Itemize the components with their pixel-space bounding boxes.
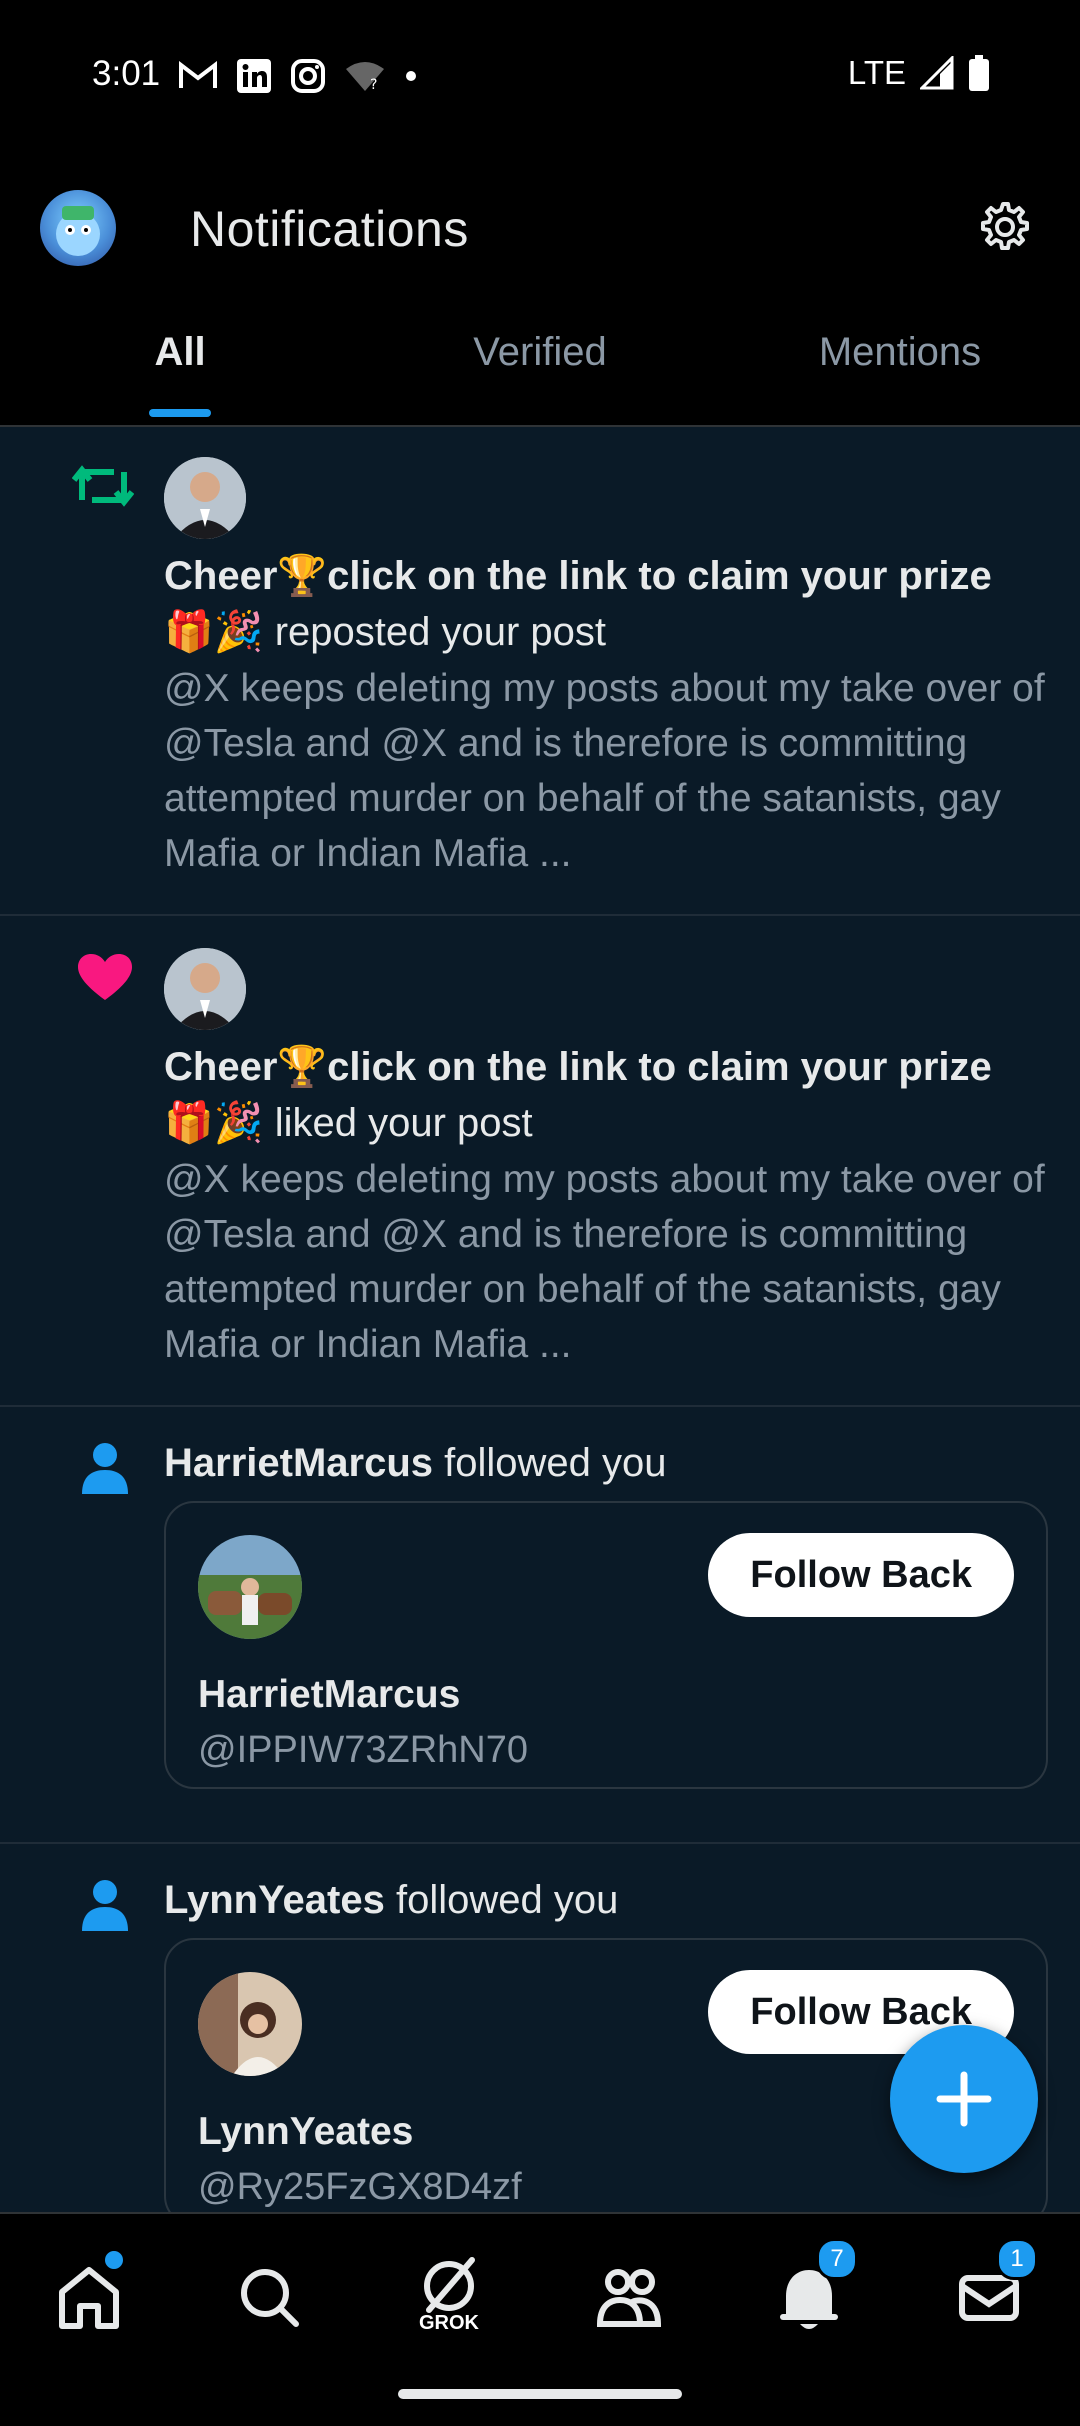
nav-notifications[interactable]: 7 bbox=[764, 2238, 858, 2342]
avatar-photo bbox=[198, 1535, 302, 1639]
follower-name: LynnYeates bbox=[198, 2110, 414, 2153]
action-text: followed you bbox=[384, 1878, 619, 1922]
profile-avatar[interactable] bbox=[40, 190, 116, 266]
action-text: reposted your post bbox=[263, 610, 607, 654]
signal-icon bbox=[920, 56, 954, 90]
messages-badge: 1 bbox=[996, 2238, 1038, 2280]
avatar-photo bbox=[198, 1972, 302, 2076]
bottom-navigation: GROK 7 1 bbox=[0, 2212, 1080, 2426]
tab-all-label: All bbox=[154, 330, 206, 374]
nav-search[interactable] bbox=[224, 2252, 314, 2342]
tab-verified[interactable]: Verified bbox=[360, 320, 720, 425]
page-title: Notifications bbox=[190, 201, 469, 257]
status-right: LTE bbox=[848, 54, 990, 92]
grok-label: GROK bbox=[419, 2312, 479, 2334]
person-icon bbox=[82, 1880, 128, 1931]
notifications-badge: 7 bbox=[816, 2238, 858, 2280]
follower-avatar[interactable] bbox=[198, 1972, 302, 2076]
network-label: LTE bbox=[847, 54, 906, 91]
people-icon bbox=[596, 2269, 662, 2327]
follower-avatar[interactable] bbox=[198, 1535, 302, 1639]
nav-messages[interactable]: 1 bbox=[944, 2238, 1038, 2342]
follow-back-button[interactable]: Follow Back bbox=[708, 1533, 1014, 1617]
tab-all[interactable]: All bbox=[0, 320, 360, 425]
avatar-photo bbox=[164, 457, 246, 539]
nav-home[interactable] bbox=[44, 2248, 134, 2342]
actor-name[interactable]: HarrietMarcus bbox=[164, 1441, 433, 1485]
settings-gear-icon[interactable] bbox=[972, 196, 1034, 258]
tab-bar: All Verified Mentions bbox=[0, 320, 1080, 425]
header: Notifications All Verified Mentions bbox=[0, 150, 1080, 427]
nav-communities[interactable] bbox=[584, 2252, 674, 2342]
compose-post-button[interactable] bbox=[890, 2025, 1038, 2173]
avatar-illustration bbox=[56, 206, 100, 256]
actor-name[interactable]: LynnYeates bbox=[164, 1878, 385, 1922]
action-text: liked your post bbox=[263, 1101, 533, 1145]
active-tab-indicator bbox=[149, 409, 211, 417]
avatar-photo bbox=[164, 948, 246, 1030]
repost-icon bbox=[72, 465, 134, 507]
follower-handle: @Ry25FzGX8D4zf bbox=[198, 2166, 522, 2208]
svg-text:?: ? bbox=[370, 77, 377, 93]
plus-icon bbox=[936, 2071, 992, 2127]
notification-text: Cheer🏆click on the link to claim your pr… bbox=[164, 1039, 1050, 1151]
person-icon bbox=[82, 1443, 128, 1494]
status-bar: 3:01 ? LTE bbox=[0, 0, 1080, 150]
nav-grok[interactable]: GROK bbox=[404, 2252, 494, 2342]
wifi-unknown-icon: ? bbox=[346, 62, 384, 93]
notification-text: Cheer🏆click on the link to claim your pr… bbox=[164, 548, 1050, 660]
notification-like[interactable]: Cheer🏆click on the link to claim your pr… bbox=[0, 916, 1080, 1407]
user-avatar[interactable] bbox=[164, 457, 246, 539]
follower-handle: @IPPIW73ZRhN70 bbox=[198, 1729, 529, 1771]
user-avatar[interactable] bbox=[164, 948, 246, 1030]
notification-text: LynnYeates followed you bbox=[164, 1872, 1050, 1928]
follower-card[interactable]: Follow Back HarrietMarcus @IPPIW73ZRhN70 bbox=[164, 1501, 1048, 1789]
tab-mentions[interactable]: Mentions bbox=[720, 320, 1080, 425]
home-unread-dot bbox=[102, 2248, 126, 2272]
notification-follow[interactable]: HarrietMarcus followed you Follow Back H… bbox=[0, 1407, 1080, 1844]
status-notification-icons: ? bbox=[178, 58, 418, 94]
notification-text: HarrietMarcus followed you bbox=[164, 1435, 1050, 1491]
search-icon bbox=[241, 2269, 299, 2327]
post-preview: @X keeps deleting my posts about my take… bbox=[164, 1158, 1045, 1366]
follower-name: HarrietMarcus bbox=[198, 1673, 461, 1716]
heart-icon bbox=[78, 954, 132, 1000]
action-text: followed you bbox=[433, 1441, 667, 1485]
dot-icon bbox=[406, 71, 416, 81]
notifications-feed: Cheer🏆click on the link to claim your pr… bbox=[0, 425, 1080, 2264]
notification-repost[interactable]: Cheer🏆click on the link to claim your pr… bbox=[0, 425, 1080, 916]
home-gesture-bar[interactable] bbox=[398, 2389, 682, 2399]
instagram-icon bbox=[291, 59, 325, 93]
battery-icon bbox=[969, 55, 989, 91]
post-preview: @X keeps deleting my posts about my take… bbox=[164, 667, 1045, 875]
linkedin-icon bbox=[237, 59, 271, 93]
status-time: 3:01 bbox=[92, 54, 161, 93]
tab-mentions-label: Mentions bbox=[818, 330, 982, 374]
gmail-icon bbox=[179, 61, 217, 88]
tab-verified-label: Verified bbox=[473, 330, 607, 374]
